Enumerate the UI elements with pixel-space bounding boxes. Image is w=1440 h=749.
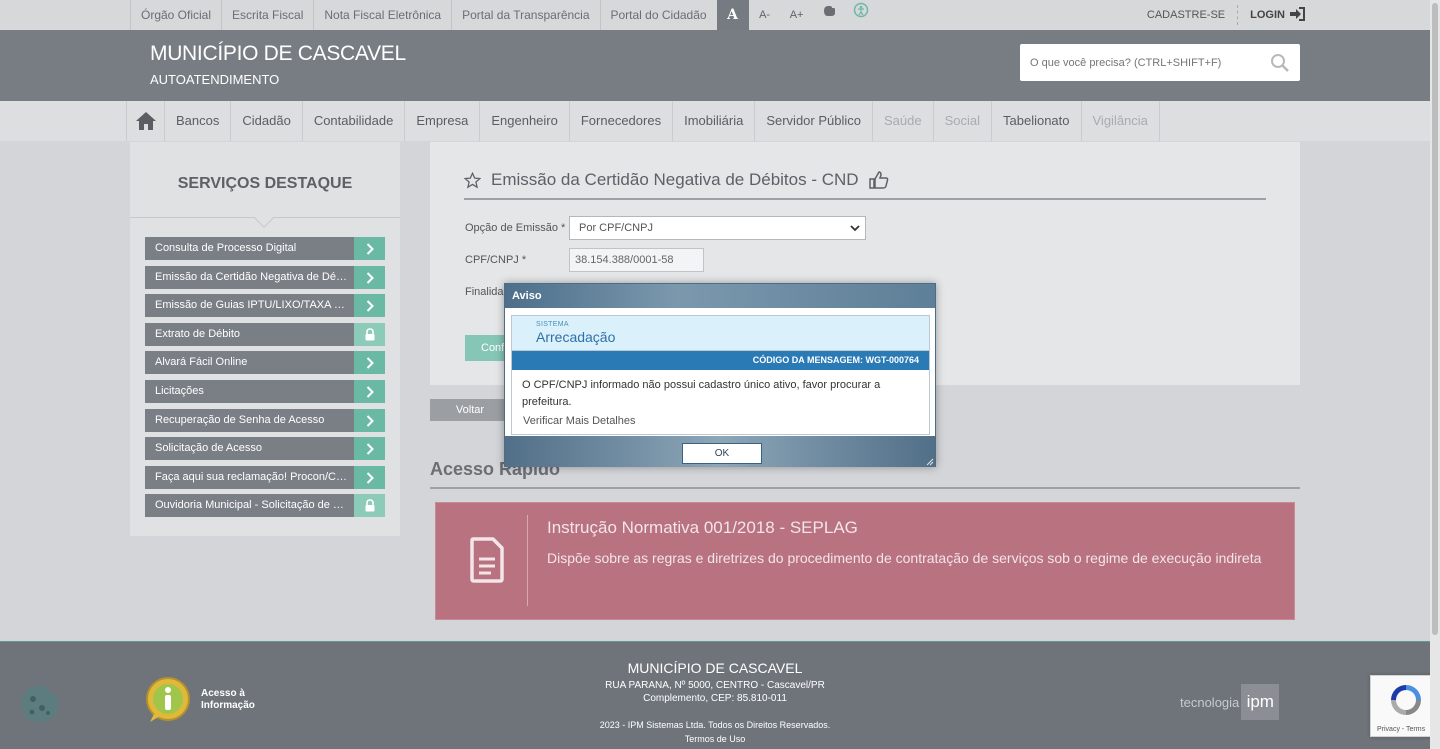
- warning-dialog: Aviso SISTEMA Arrecadação CÓDIGO DA MENS…: [504, 283, 936, 467]
- dialog-body: SISTEMA Arrecadação CÓDIGO DA MENSAGEM: …: [511, 315, 930, 435]
- page-scrollbar[interactable]: [1430, 0, 1440, 749]
- scrollbar-thumb[interactable]: [1432, 3, 1438, 635]
- dialog-message: O CPF/CNPJ informado não possui cadastro…: [522, 379, 881, 408]
- dialog-title[interactable]: Aviso: [505, 284, 935, 308]
- resize-grip-icon[interactable]: [926, 458, 934, 466]
- more-details-link[interactable]: Verificar Mais Detalhes: [523, 415, 636, 427]
- system-value: Arrecadação: [536, 329, 616, 345]
- message-code: CÓDIGO DA MENSAGEM: WGT-000764: [512, 351, 929, 370]
- ok-button[interactable]: OK: [682, 443, 762, 464]
- system-key: SISTEMA: [536, 321, 569, 328]
- dialog-footer: OK: [505, 436, 935, 467]
- system-box: SISTEMA Arrecadação: [512, 316, 929, 351]
